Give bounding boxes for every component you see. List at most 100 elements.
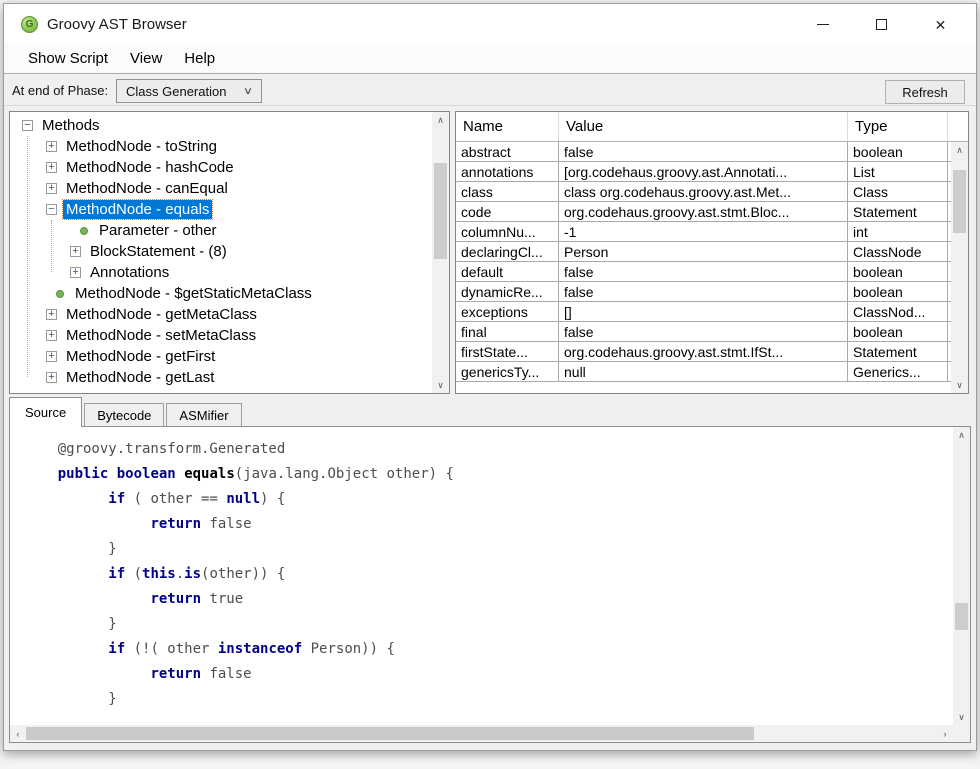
scroll-left-icon[interactable]: ‹ [10,725,26,742]
tree-node-label: MethodNode - hashCode [63,158,237,177]
code-line: @groovy.transform.Generated [24,441,953,466]
tree-node[interactable]: + MethodNode - getLast [10,367,432,388]
table-row[interactable]: dynamicRe...falseboolean [456,282,951,302]
column-header-name[interactable]: Name [456,112,559,141]
tree-node[interactable]: −MethodNode - equals [10,199,432,220]
menu-show-script[interactable]: Show Script [17,47,119,70]
scroll-up-icon[interactable]: ∧ [953,427,970,443]
table-cell: exceptions [456,302,559,321]
table-cell: class [456,182,559,201]
code-line: } [24,541,953,566]
collapse-handle-icon[interactable]: − [46,204,57,215]
table-cell: List [848,162,948,181]
table-row[interactable]: abstractfalseboolean [456,142,951,162]
table-scrollbar-thumb[interactable] [953,170,966,233]
scroll-up-icon[interactable]: ∧ [951,142,968,158]
scroll-up-icon[interactable]: ∧ [432,112,449,128]
maximize-button[interactable] [859,10,904,39]
tree-node-label: MethodNode - getLast [63,368,217,387]
code-line: return false [24,516,953,541]
properties-table-panel: Name Value Type abstractfalsebooleananno… [455,111,969,394]
table-cell: final [456,322,559,341]
scroll-down-icon[interactable]: ∨ [432,377,449,393]
expand-handle-icon[interactable]: + [46,141,57,152]
table-cell: false [559,282,848,301]
column-header-type[interactable]: Type [848,112,948,141]
tree-node[interactable]: +BlockStatement - (8) [10,241,432,262]
table-row[interactable]: codeorg.codehaus.groovy.ast.stmt.Bloc...… [456,202,951,222]
table-row[interactable]: firstState...org.codehaus.groovy.ast.stm… [456,342,951,362]
tree-node[interactable]: −Methods [10,115,432,136]
maximize-icon [876,19,887,30]
table-cell: false [559,322,848,341]
table-row[interactable]: exceptions[]ClassNod... [456,302,951,322]
expand-handle-icon[interactable]: + [46,351,57,362]
table-cell: Statement [848,202,948,221]
expand-handle-icon[interactable]: + [70,246,81,257]
close-button[interactable]: ✕ [918,10,963,39]
table-cell: boolean [848,262,948,281]
table-row[interactable]: genericsTy...nullGenerics... [456,362,951,382]
source-scrollbar-h-thumb[interactable] [26,727,754,740]
tree-node[interactable]: +MethodNode - canEqual [10,178,432,199]
tab-asmifier[interactable]: ASMifier [166,403,241,427]
expand-handle-icon[interactable]: + [46,309,57,320]
menu-view[interactable]: View [119,47,173,70]
tree-node[interactable]: +MethodNode - setMetaClass [10,325,432,346]
table-cell: boolean [848,142,948,161]
table-cell: Generics... [848,362,948,381]
table-cell: Class [848,182,948,201]
scroll-down-icon[interactable]: ∨ [953,709,970,725]
minimize-button[interactable] [800,10,845,39]
phase-select-value: Class Generation [117,84,246,99]
table-header: Name Value Type [456,112,968,142]
tree-node[interactable]: MethodNode - $getStaticMetaClass [10,283,432,304]
table-cell: dynamicRe... [456,282,559,301]
column-header-value[interactable]: Value [559,112,848,141]
table-cell: false [559,142,848,161]
tab-bytecode[interactable]: Bytecode [84,403,164,427]
table-cell: Person [559,242,848,261]
tree-node[interactable]: + MethodNode - toString [10,136,432,157]
refresh-button[interactable]: Refresh [885,80,965,104]
tree-node-label: Parameter - other [96,221,220,240]
table-cell: class org.codehaus.groovy.ast.Met... [559,182,848,201]
expand-handle-icon[interactable]: + [46,372,57,383]
expand-handle-icon[interactable]: + [70,267,81,278]
expand-handle-icon[interactable]: + [46,162,57,173]
tree-node[interactable]: +MethodNode - getMetaClass [10,304,432,325]
expand-handle-icon[interactable]: + [46,183,57,194]
collapse-handle-icon[interactable]: − [22,120,33,131]
table-row[interactable]: declaringCl...PersonClassNode [456,242,951,262]
tree-vertical-scrollbar[interactable]: ∧ ∨ [432,112,449,393]
source-scrollbar-thumb[interactable] [955,603,968,630]
tree-node[interactable]: +MethodNode - getFirst [10,346,432,367]
tree-node[interactable]: +Annotations [10,262,432,283]
source-panel: @groovy.transform.Generated public boole… [9,426,971,743]
scrollbar-corner [953,725,970,742]
table-vertical-scrollbar[interactable]: ∧ ∨ [951,142,968,393]
table-row[interactable]: classclass org.codehaus.groovy.ast.Met..… [456,182,951,202]
source-horizontal-scrollbar[interactable]: ‹ › [10,725,953,742]
table-row[interactable]: defaultfalseboolean [456,262,951,282]
tree-scrollbar-thumb[interactable] [434,163,447,259]
tree-node-label: MethodNode - toString [63,137,220,156]
source-code: @groovy.transform.Generated public boole… [10,427,953,716]
scroll-right-icon[interactable]: › [937,725,953,742]
table-cell: firstState... [456,342,559,361]
table-cell: [org.codehaus.groovy.ast.Annotati... [559,162,848,181]
table-row[interactable]: columnNu...-1int [456,222,951,242]
tab-source[interactable]: Source [9,397,82,427]
tree-node[interactable]: + MethodNode - hashCode [10,157,432,178]
expand-handle-icon[interactable]: + [46,330,57,341]
table-cell: columnNu... [456,222,559,241]
table-row[interactable]: finalfalseboolean [456,322,951,342]
menu-help[interactable]: Help [173,47,226,70]
phase-select[interactable]: Class Generation ∨ [116,79,262,103]
tree-node[interactable]: Parameter - other [10,220,432,241]
source-vertical-scrollbar[interactable]: ∧ ∨ [953,427,970,725]
leaf-node-icon [56,290,64,298]
tree-node-label: MethodNode - equals [63,200,212,219]
table-row[interactable]: annotations[org.codehaus.groovy.ast.Anno… [456,162,951,182]
scroll-down-icon[interactable]: ∨ [951,377,968,393]
